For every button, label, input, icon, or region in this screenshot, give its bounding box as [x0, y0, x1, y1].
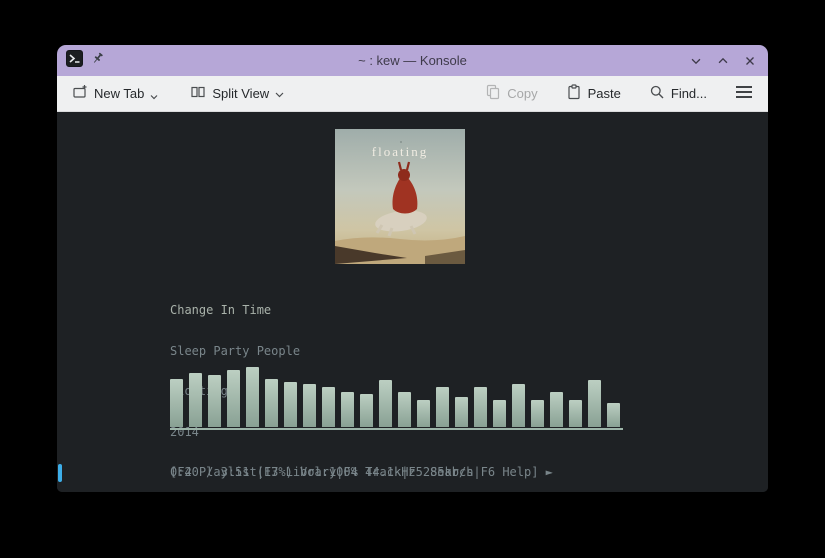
viz-bar	[588, 380, 601, 427]
viz-bar	[208, 375, 221, 427]
viz-bar	[531, 400, 544, 427]
track-artist: Sleep Party People	[170, 343, 301, 358]
scroll-indicator[interactable]	[58, 464, 62, 482]
close-button[interactable]	[741, 52, 759, 70]
viz-bar	[550, 392, 563, 427]
viz-bar	[322, 387, 335, 427]
viz-bar	[284, 382, 297, 427]
konsole-window: ~ : kew — Konsole New Tab Split View Cop…	[57, 45, 768, 492]
minimize-button[interactable]	[687, 52, 705, 70]
viz-bar	[417, 400, 430, 427]
visualizer	[170, 367, 623, 427]
split-view-label: Split View	[212, 86, 270, 101]
window-title: ~ : kew — Konsole	[358, 53, 467, 68]
viz-bar	[512, 384, 525, 427]
viz-bar	[607, 403, 620, 427]
viz-bar	[493, 400, 506, 427]
viz-bar	[246, 367, 259, 427]
konsole-app-icon	[66, 49, 83, 72]
toolbar: New Tab Split View Copy Paste Find...	[57, 76, 768, 112]
viz-bar	[227, 370, 240, 427]
viz-bar	[360, 394, 373, 427]
hamburger-menu-icon	[735, 85, 753, 102]
viz-bar	[341, 392, 354, 427]
search-icon	[649, 84, 665, 103]
viz-bar	[398, 392, 411, 427]
copy-icon	[485, 84, 501, 103]
hamburger-menu-button[interactable]	[733, 81, 755, 106]
find-button[interactable]: Find...	[647, 80, 709, 107]
split-view-button[interactable]: Split View	[188, 80, 286, 107]
new-tab-button[interactable]: New Tab	[70, 80, 160, 107]
maximize-button[interactable]	[714, 52, 732, 70]
paste-icon	[566, 84, 582, 103]
new-tab-icon	[72, 84, 88, 103]
viz-bar	[265, 379, 278, 427]
viz-bar	[189, 373, 202, 427]
new-tab-label: New Tab	[94, 86, 145, 101]
viz-bar	[474, 387, 487, 427]
copy-label: Copy	[507, 86, 538, 101]
viz-bar	[569, 400, 582, 427]
paste-button[interactable]: Paste	[564, 80, 623, 107]
chevron-down-icon	[275, 86, 284, 101]
titlebar[interactable]: ~ : kew — Konsole	[57, 45, 768, 76]
chevron-down-icon	[150, 88, 158, 103]
viz-bar	[379, 380, 392, 427]
function-key-help-line: [F2 Playlist|F3 Library|F4 Track|F5 Sear…	[170, 465, 553, 479]
album-art: floating	[335, 129, 465, 264]
album-art-title: floating	[372, 144, 428, 159]
viz-bar	[303, 384, 316, 427]
visualizer-baseline	[170, 428, 623, 430]
copy-button[interactable]: Copy	[483, 80, 539, 107]
viz-bar	[170, 379, 183, 427]
split-view-icon	[190, 84, 206, 103]
paste-label: Paste	[587, 86, 621, 101]
viz-bar	[455, 397, 468, 427]
terminal-screen[interactable]: floating Change In Time Sleep Party Peop…	[57, 112, 768, 492]
viz-bar	[436, 387, 449, 427]
pin-icon[interactable]	[90, 51, 105, 71]
find-label: Find...	[670, 86, 707, 101]
track-title: Change In Time	[170, 303, 272, 317]
